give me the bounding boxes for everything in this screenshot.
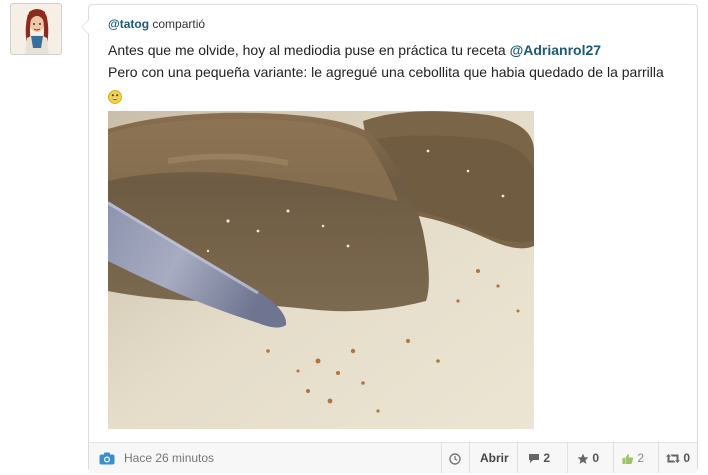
footer-divider: [517, 443, 518, 473]
retweet-icon: [666, 454, 680, 464]
comments-count: 2: [543, 451, 551, 465]
avatar-illustration: [11, 4, 61, 54]
smiley-emoji: [108, 88, 122, 105]
post-timestamp[interactable]: Hace 26 minutos: [124, 443, 214, 473]
reshares-count: 0: [683, 451, 691, 465]
card-pointer-inner: [82, 20, 89, 34]
comments-button[interactable]: 2: [528, 443, 550, 473]
footer-divider: [441, 443, 442, 473]
post-line1: Antes que me olvide, hoy al mediodia pus…: [108, 42, 510, 58]
post-text: Antes que me olvide, hoy al mediodia pus…: [108, 39, 688, 105]
post-card: @tatog compartió Antes que me olvide, ho…: [81, 4, 698, 473]
author-username[interactable]: @tatog: [108, 17, 149, 31]
open-button[interactable]: Abrir: [480, 443, 509, 473]
post-line2: Pero con una pequeña variante: le agregu…: [108, 64, 664, 80]
comment-icon: [529, 454, 539, 464]
favorite-button[interactable]: 0: [577, 443, 599, 473]
post-photo[interactable]: [108, 111, 534, 429]
food-photo-image: [108, 111, 534, 429]
mention-link[interactable]: @Adrianrol27: [510, 42, 601, 58]
footer-divider: [567, 443, 568, 473]
camera-icon: [99, 443, 115, 473]
clock-icon: [449, 443, 461, 473]
footer-divider: [658, 443, 659, 473]
user-avatar[interactable]: [10, 3, 62, 55]
star-icon: [577, 453, 589, 464]
post-header: @tatog compartió: [108, 17, 205, 31]
likes-count: 2: [637, 451, 645, 465]
footer-divider: [613, 443, 614, 473]
like-button[interactable]: 2: [622, 443, 644, 473]
post-action: compartió: [152, 17, 206, 31]
thumbs-up-icon: [622, 453, 634, 464]
post-footer: Hace 26 minutos Abrir 2 0 2 0: [89, 442, 697, 473]
footer-divider: [469, 443, 470, 473]
favorites-count: 0: [592, 451, 600, 465]
reshare-button[interactable]: 0: [666, 443, 690, 473]
